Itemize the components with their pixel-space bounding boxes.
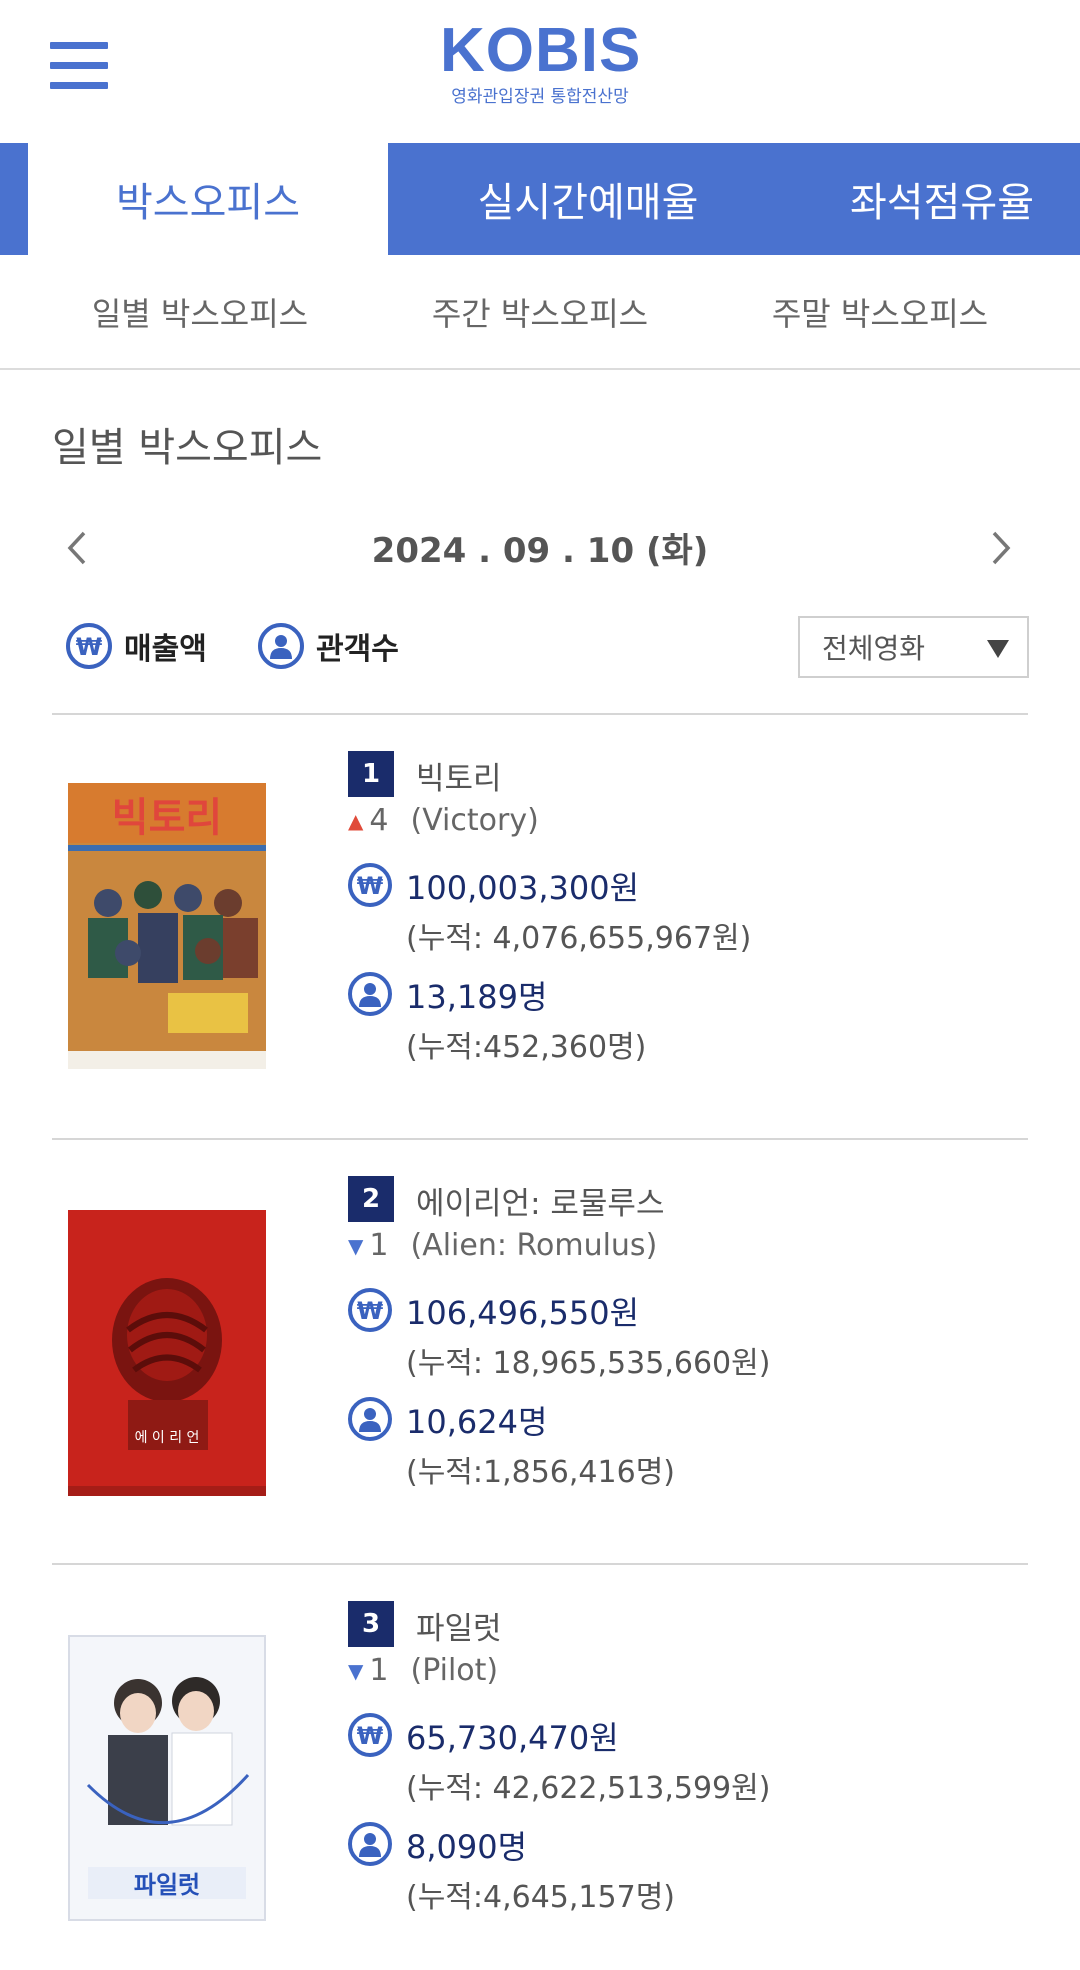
audience-value: 13,189명: [406, 978, 548, 1016]
subtab-weekend[interactable]: 주말 박스오피스: [740, 255, 1020, 368]
sales-accumulated: (누적: 4,076,655,967원): [406, 921, 752, 956]
svg-text:에 이 리 언: 에 이 리 언: [135, 1430, 200, 1446]
movie-title[interactable]: 에이리언: 로물루스: [416, 1178, 664, 1223]
sub-tab-bar: 일별 박스오피스 주간 박스오피스 주말 박스오피스: [0, 255, 1080, 370]
won-icon: ₩: [348, 863, 392, 907]
rank-change-value: 1: [369, 1228, 389, 1263]
sales-value: 65,730,470원: [406, 1719, 619, 1757]
logo-text: KOBIS: [440, 16, 642, 85]
rank-change-value: 4: [369, 803, 389, 838]
movie-poster[interactable]: 에 이 리 언: [68, 1210, 266, 1496]
app-header: KOBIS 영화관입장권 통합전산망: [0, 0, 1080, 143]
svg-text:₩: ₩: [357, 1297, 384, 1323]
rank-change-value: 1: [369, 1653, 389, 1688]
subtab-weekly[interactable]: 주간 박스오피스: [400, 255, 680, 368]
svg-text:₩: ₩: [357, 872, 384, 898]
sales-label: 매출액: [124, 632, 207, 667]
rank-badge: 2: [348, 1176, 394, 1222]
audience-accumulated: (누적:452,360명): [406, 1030, 647, 1065]
dropdown-caret-icon: [987, 640, 1009, 658]
audience-value: 8,090명: [406, 1828, 528, 1866]
filter-selected-value: 전체영화: [822, 632, 926, 665]
rank-change: ▼ 1 (Pilot): [348, 1653, 498, 1688]
won-icon: ₩: [66, 623, 112, 669]
audience-accumulated: (누적:4,645,157명): [406, 1880, 675, 1915]
won-icon: ₩: [348, 1288, 392, 1332]
movie-poster[interactable]: 빅토리: [68, 783, 266, 1069]
rank-change: ▼ 1 (Alien: Romulus): [348, 1228, 657, 1263]
won-icon: ₩: [348, 1713, 392, 1757]
sales-accumulated: (누적: 18,965,535,660원): [406, 1346, 771, 1381]
logo-subtitle: 영화관입장권 통합전산망: [451, 87, 629, 107]
chevron-right-icon: [992, 531, 1011, 565]
arrow-up-icon: ▲: [348, 808, 364, 833]
tab-box-office[interactable]: 박스오피스: [28, 143, 388, 255]
sales-toggle[interactable]: ₩ 매출액: [66, 620, 207, 672]
movie-title[interactable]: 빅토리: [416, 753, 502, 798]
movie-title-en: (Pilot): [410, 1653, 499, 1688]
date-navigator: 2024 . 09 . 10 (화): [52, 515, 1028, 581]
tab-realtime-reservation[interactable]: 실시간예매율: [388, 143, 788, 255]
person-icon: [258, 623, 304, 669]
next-date-button[interactable]: [980, 525, 1020, 571]
sales-value: 100,003,300원: [406, 869, 640, 907]
rank-badge: 3: [348, 1601, 394, 1647]
arrow-down-icon: ▼: [348, 1658, 364, 1683]
audience-label: 관객수: [316, 632, 399, 667]
list-item: 에 이 리 언 2 에이리언: 로물루스 ▼ 1 (Alien: Romulus…: [0, 1138, 1080, 1558]
svg-text:₩: ₩: [76, 633, 103, 659]
current-date: 2024 . 09 . 10 (화): [371, 531, 709, 571]
movie-title-en: (Alien: Romulus): [410, 1228, 658, 1263]
list-item: 파일럿 3 파일럿 ▼ 1 (Pilot) ₩ 65,730,470원 (누적:…: [0, 1563, 1080, 1970]
menu-icon[interactable]: [50, 40, 108, 90]
movie-poster[interactable]: 파일럿: [68, 1635, 266, 1921]
movie-title[interactable]: 파일럿: [416, 1603, 502, 1648]
movie-filter-select[interactable]: 전체영화: [798, 616, 1029, 678]
audience-toggle[interactable]: 관객수: [258, 620, 399, 672]
main-tab-bar: 박스오피스 실시간예매율 좌석점유율: [0, 143, 1080, 255]
audience-value: 10,624명: [406, 1403, 548, 1441]
person-icon: [348, 972, 392, 1016]
svg-text:파일럿: 파일럿: [134, 1871, 200, 1899]
page-title: 일별 박스오피스: [52, 425, 323, 471]
person-icon: [348, 1822, 392, 1866]
svg-text:빅토리: 빅토리: [112, 795, 222, 841]
subtab-daily[interactable]: 일별 박스오피스: [60, 255, 340, 368]
list-item: 빅토리 1 빅토리 ▲ 4 (Victory) ₩ 100,003,300원 (…: [0, 713, 1080, 1133]
rank-change: ▲ 4 (Victory): [348, 803, 539, 838]
kobis-logo[interactable]: KOBIS 영화관입장권 통합전산망: [440, 16, 640, 108]
svg-text:₩: ₩: [357, 1722, 384, 1748]
person-icon: [348, 1397, 392, 1441]
rank-badge: 1: [348, 751, 394, 797]
sales-value: 106,496,550원: [406, 1294, 640, 1332]
tab-seat-occupancy[interactable]: 좌석점유율: [850, 143, 1080, 255]
arrow-down-icon: ▼: [348, 1233, 364, 1258]
sales-accumulated: (누적: 42,622,513,599원): [406, 1771, 771, 1806]
movie-title-en: (Victory): [410, 803, 539, 838]
audience-accumulated: (누적:1,856,416명): [406, 1455, 675, 1490]
